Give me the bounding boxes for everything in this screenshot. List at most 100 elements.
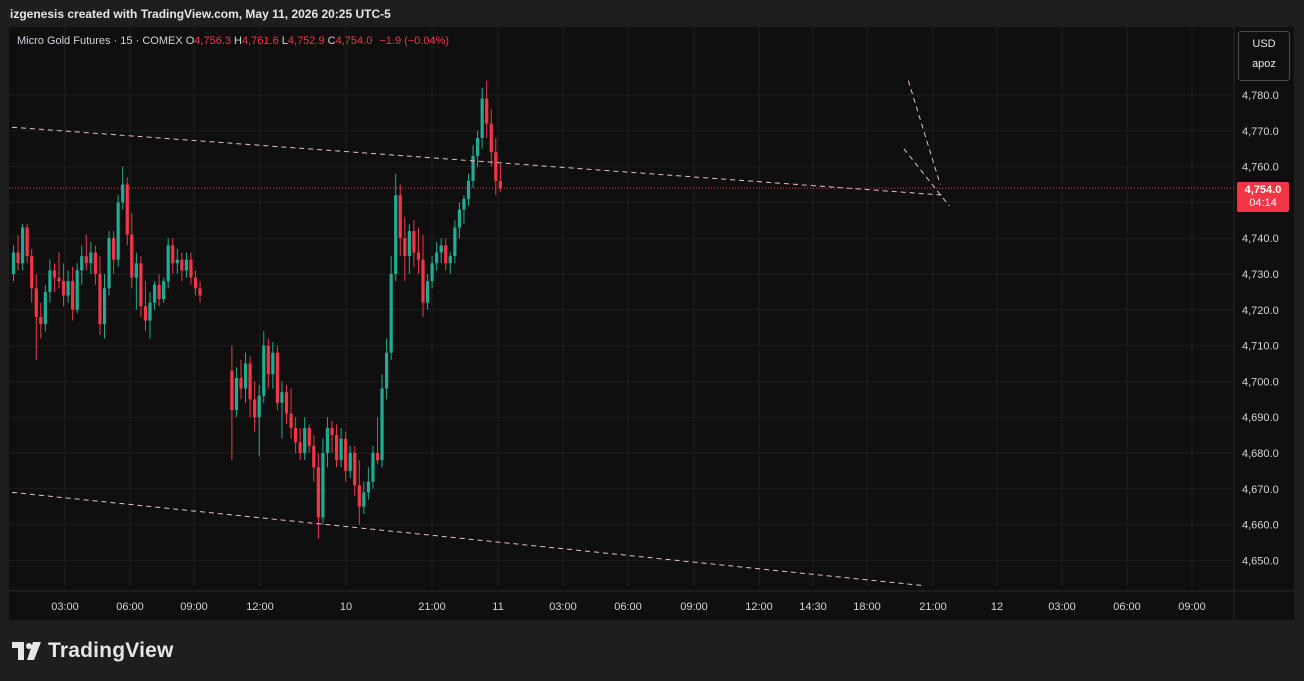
candle-body <box>21 227 25 264</box>
candle-body <box>394 195 398 274</box>
x-tick-label: 03:00 <box>1048 601 1076 613</box>
candle-body <box>380 388 384 461</box>
candle-body <box>61 281 66 296</box>
candle-body <box>371 453 375 482</box>
candle-body <box>485 98 489 124</box>
last-price-tag: 4,754.0 04:14 <box>1237 182 1289 212</box>
candle-body <box>75 270 79 310</box>
candle-body <box>152 284 157 303</box>
y-tick-label: 4,740.0 <box>1242 233 1279 245</box>
candle-body <box>476 137 480 156</box>
candle-body <box>325 427 330 453</box>
candle-body <box>107 238 111 289</box>
candle-body <box>39 316 43 325</box>
candle-body <box>375 453 380 461</box>
candle-body <box>334 435 339 461</box>
currency-unit: apoz <box>1252 58 1276 70</box>
candle-body <box>121 184 125 203</box>
candle-body <box>262 345 266 396</box>
candle-body <box>43 291 47 325</box>
candle-body <box>412 231 416 253</box>
candle-body <box>157 284 161 300</box>
candle-body <box>52 270 57 278</box>
candle-body <box>307 427 311 446</box>
candle-body <box>357 485 361 507</box>
candle-body <box>280 392 284 403</box>
candle-body <box>271 352 275 375</box>
low-value: 4,752.9 <box>287 35 325 47</box>
bar-countdown: 04:14 <box>1249 197 1277 209</box>
candle-body <box>303 427 307 453</box>
candle-body <box>148 302 152 321</box>
candle-body <box>66 281 70 296</box>
candle-body <box>457 209 461 228</box>
candle-body <box>48 270 52 292</box>
candle-body <box>25 227 29 257</box>
trendline <box>907 80 941 185</box>
candle-body <box>494 152 498 181</box>
x-tick-label: 06:00 <box>1113 601 1141 613</box>
change-value: −1.9 (−0.04%) <box>379 35 450 47</box>
candle-body <box>448 256 452 264</box>
high-value: 4,761.6 <box>242 35 279 47</box>
currency-code: USD <box>1252 38 1276 50</box>
currency-selector[interactable]: USD apoz <box>1238 31 1290 81</box>
candle-body <box>84 256 88 264</box>
candle-body <box>453 227 457 257</box>
candle-body <box>471 155 475 181</box>
candle-body <box>80 256 84 271</box>
y-tick-label: 4,700.0 <box>1242 376 1279 388</box>
candle-body <box>289 413 293 428</box>
candle-body <box>330 427 334 436</box>
candle-body <box>294 427 298 443</box>
x-tick-label: 12:00 <box>246 601 274 613</box>
candle-body <box>312 445 316 468</box>
open-value: 4,756.3 <box>194 35 231 47</box>
close-value: 4,754.0 <box>335 35 373 47</box>
trendline <box>903 148 950 207</box>
candle-body <box>198 288 202 296</box>
candle-body <box>162 281 166 300</box>
x-tick-label: 03:00 <box>549 601 577 613</box>
last-price-value: 4,754.0 <box>1244 184 1282 196</box>
close-label: C <box>327 35 336 47</box>
y-tick-label: 4,680.0 <box>1242 448 1279 460</box>
candle-body <box>430 263 434 282</box>
y-tick-label: 4,730.0 <box>1242 269 1279 281</box>
candle-body <box>444 245 448 264</box>
candle-body <box>253 399 257 418</box>
y-tick-label: 4,780.0 <box>1242 90 1279 102</box>
candle-body <box>34 288 38 317</box>
y-tick-label: 4,720.0 <box>1242 305 1279 317</box>
x-tick-label: 14:30 <box>799 601 827 613</box>
y-tick-label: 4,710.0 <box>1242 341 1279 353</box>
chart-caption: izgenesis created with TradingView.com, … <box>10 7 391 21</box>
y-tick-label: 4,770.0 <box>1242 126 1279 138</box>
candle-body <box>403 238 407 257</box>
candle-body <box>130 234 134 278</box>
x-tick-label: 06:00 <box>614 601 642 613</box>
x-tick-label: 09:00 <box>1178 601 1206 613</box>
x-tick-label: 12:00 <box>745 601 773 613</box>
candle-body <box>439 245 443 253</box>
x-tick-label: 12 <box>991 601 1003 613</box>
candle-body <box>189 259 193 278</box>
candle-body <box>166 245 170 282</box>
candle-body <box>489 123 493 153</box>
high-label: H <box>234 35 242 47</box>
candle-body <box>462 198 466 210</box>
brand-logo[interactable]: TradingView <box>12 639 174 663</box>
candle-body <box>125 184 129 235</box>
candle-body <box>284 392 289 414</box>
candle-body <box>93 252 97 274</box>
candle-body <box>316 467 320 518</box>
chart-area[interactable]: 4,780.04,770.04,760.04,750.04,740.04,730… <box>9 27 1294 620</box>
x-tick-label: 03:00 <box>51 601 79 613</box>
price-chart[interactable]: 4,780.04,770.04,760.04,750.04,740.04,730… <box>9 27 1294 620</box>
candle-body <box>348 453 352 471</box>
y-tick-label: 4,690.0 <box>1242 412 1279 424</box>
candle-body <box>239 377 243 389</box>
candle-body <box>339 438 343 461</box>
candle-body <box>466 180 471 199</box>
symbol-name[interactable]: Micro Gold Futures · 15 · COMEX <box>17 35 183 47</box>
